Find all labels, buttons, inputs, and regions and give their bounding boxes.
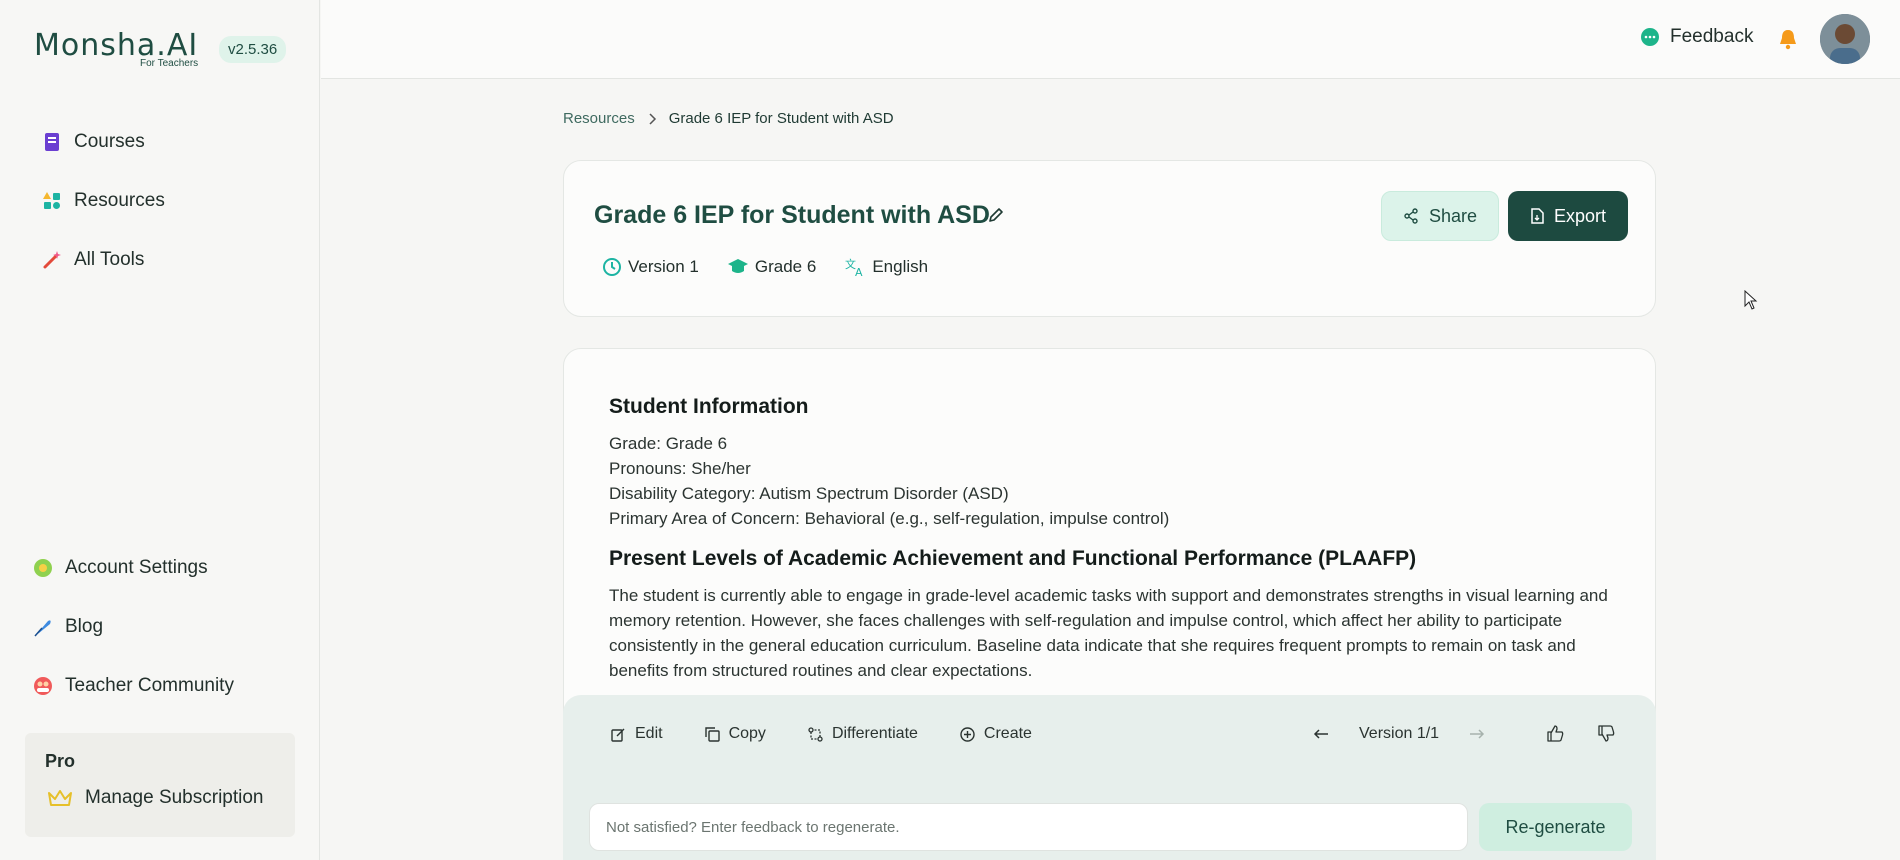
svg-text:A: A [855,266,863,277]
pencil-icon[interactable] [988,207,1004,223]
user-avatar-image [1820,14,1870,64]
file-export-icon [1531,208,1544,224]
bell-icon[interactable] [1778,28,1798,50]
student-info-line: Primary Area of Concern: Behavioral (e.g… [609,509,1170,528]
differentiate-icon [808,726,823,742]
sidebar-item-blog[interactable]: Blog [33,616,103,638]
meta-grade-label: Grade 6 [754,257,817,276]
create-label: Create [983,725,1032,742]
graduation-cap-icon [727,259,748,273]
regenerate-button[interactable]: Re-generate [1479,803,1632,851]
meta-version: Version 1 [602,257,699,277]
brand-logo[interactable]: Monsha.AI For Teachers [34,28,198,69]
export-label: Export [1553,205,1607,226]
chevron-right-icon [649,112,656,125]
meta-language: 文A English [844,257,928,277]
mouse-cursor-icon [1744,290,1758,310]
thumbs-down-icon[interactable] [1598,725,1615,742]
section-body: The student is currently able to engage … [609,586,1608,680]
sidebar-item-label: Teacher Community [65,675,234,696]
student-info-line: Pronouns: She/her [609,459,751,478]
sidebar-item-label: Account Settings [65,557,208,578]
pro-box: Pro Manage Subscription [25,733,295,837]
differentiate-label: Differentiate [831,725,918,742]
meta-version-label: Version 1 [628,257,699,276]
arrow-left-icon[interactable] [1313,728,1329,740]
sidebar-item-courses[interactable]: Courses [42,131,145,153]
share-button[interactable]: Share [1381,191,1499,241]
translate-icon: 文A [845,257,863,277]
export-button[interactable]: Export [1508,191,1628,241]
document-meta: Version 1 Grade 6 文A English [602,257,928,277]
community-icon [34,677,52,695]
edit-icon [611,728,625,742]
sidebar-item-account-settings[interactable]: Account Settings [33,557,208,579]
plus-circle-icon [960,726,975,742]
crown-icon [48,790,72,806]
meta-grade: Grade 6 [727,257,816,277]
share-icon [1404,208,1418,224]
page-title: Grade 6 IEP for Student with ASD [594,201,990,229]
document-header-card: Grade 6 IEP for Student with ASD Version… [563,160,1656,317]
sidebar-item-label: Resources [74,190,165,211]
breadcrumb-resources-link[interactable]: Resources [563,110,635,127]
chat-bubble-icon [1641,28,1659,46]
sidebar: Monsha.AI For Teachers v2.5.36 Courses R… [0,0,320,860]
breadcrumb: Resources Grade 6 IEP for Student with A… [563,110,894,127]
meta-language-label: English [872,257,929,276]
gear-icon [34,559,52,577]
feedback-label: Feedback [1670,26,1754,47]
thumbs-up-icon[interactable] [1547,725,1564,742]
clock-icon [603,258,621,276]
student-info-line: Disability Category: Autism Spectrum Dis… [609,484,1009,503]
brand-subtitle: For Teachers [140,58,199,69]
section-heading: Present Levels of Academic Achievement a… [609,547,1417,570]
copy-button[interactable]: Copy [704,725,766,743]
sidebar-item-all-tools[interactable]: All Tools [42,249,144,271]
sidebar-item-label: Courses [74,131,145,152]
manage-subscription-link[interactable]: Manage Subscription [47,787,264,809]
pro-label: Pro [45,751,76,771]
copy-label: Copy [728,725,766,742]
magic-wand-icon [43,251,61,269]
rating-buttons [1547,725,1615,742]
student-info-line: Grade: Grade 6 [609,434,728,453]
edit-label: Edit [635,725,663,742]
shapes-icon [43,192,60,209]
edit-button[interactable]: Edit [611,725,663,743]
avatar[interactable] [1820,14,1870,64]
section-heading: Student Information [609,395,809,418]
differentiate-button[interactable]: Differentiate [808,725,918,743]
feather-icon [34,620,51,637]
action-panel: Edit Copy Differentiate Create Version 1… [563,695,1656,860]
action-toolbar: Edit Copy Differentiate Create [611,725,1032,743]
sidebar-item-resources[interactable]: Resources [42,190,165,212]
breadcrumb-current: Grade 6 IEP for Student with ASD [668,110,894,127]
copy-icon [704,726,720,742]
sidebar-item-teacher-community[interactable]: Teacher Community [33,675,234,697]
version-navigator: Version 1/1 [1313,725,1485,743]
regenerate-feedback-input[interactable] [589,803,1468,851]
book-icon [45,133,59,151]
create-button[interactable]: Create [960,725,1032,743]
arrow-right-icon[interactable] [1469,728,1485,740]
version-badge: v2.5.36 [219,36,287,63]
version-indicator: Version 1/1 [1359,725,1440,742]
share-label: Share [1428,205,1478,226]
feedback-button[interactable]: Feedback [1640,26,1753,48]
sidebar-item-label: All Tools [74,249,145,270]
manage-subscription-label: Manage Subscription [85,787,264,808]
sidebar-item-label: Blog [65,616,104,637]
